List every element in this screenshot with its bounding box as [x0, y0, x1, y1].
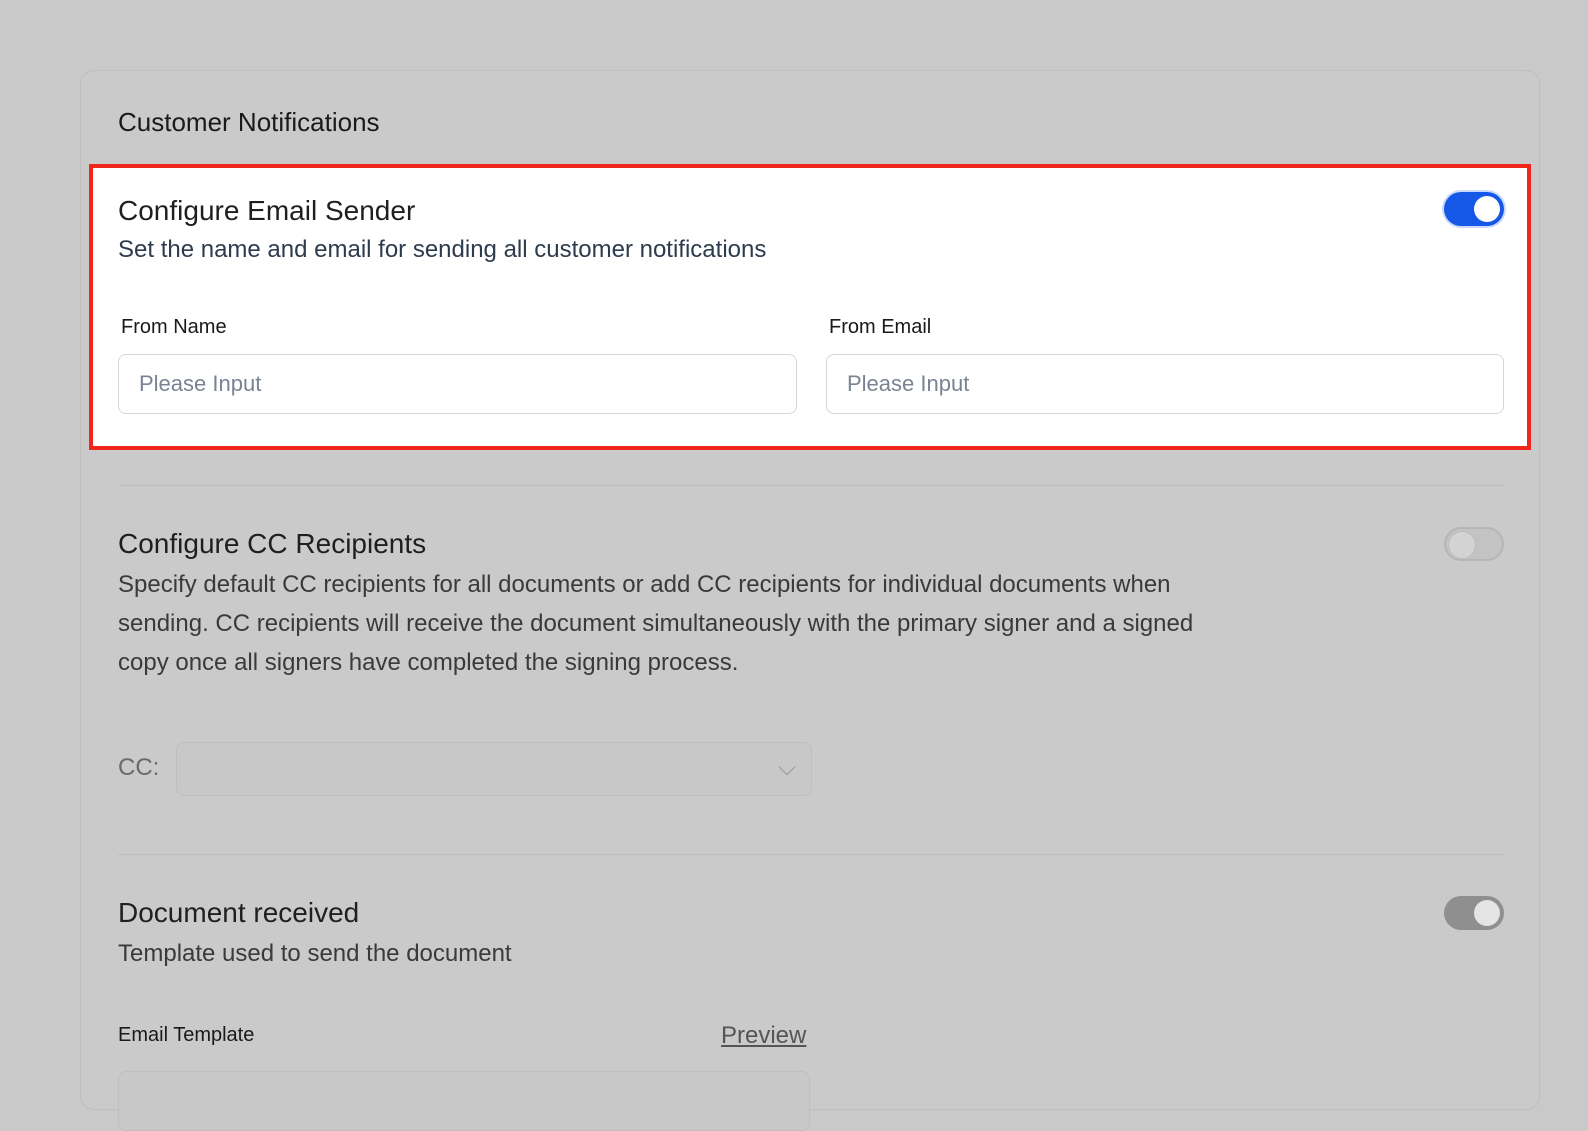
- document-received-description: Template used to send the document: [118, 940, 512, 967]
- toggle-knob: [1474, 900, 1500, 926]
- document-received-title: Document received: [118, 897, 360, 928]
- email-template-select[interactable]: [118, 1071, 810, 1131]
- chevron-down-icon: [778, 758, 796, 776]
- email-sender-title: Configure Email Sender: [118, 195, 416, 226]
- from-name-input[interactable]: [118, 354, 797, 414]
- customer-notifications-card: Customer Notifications Configure Email S…: [80, 70, 1540, 1131]
- toggle-knob: [1474, 196, 1500, 222]
- document-received-toggle[interactable]: [1444, 896, 1504, 930]
- cc-recipients-title: Configure CC Recipients: [118, 528, 427, 559]
- from-email-label: From Email: [829, 316, 932, 338]
- cc-recipients-description: Specify default CC recipients for all do…: [118, 571, 1194, 676]
- preview-link[interactable]: Preview: [721, 1022, 806, 1050]
- email-sender-section: Configure Email Sender Set the name and …: [89, 164, 1531, 450]
- card-title: Customer Notifications: [118, 107, 380, 137]
- from-name-label: From Name: [121, 316, 227, 338]
- section-divider: [118, 485, 1504, 486]
- cc-select[interactable]: [176, 742, 812, 796]
- cc-label: CC:: [118, 754, 160, 781]
- email-sender-description: Set the name and email for sending all c…: [118, 236, 767, 263]
- section-divider: [118, 854, 1504, 855]
- email-template-label: Email Template: [118, 1024, 255, 1046]
- cc-recipients-toggle[interactable]: [1444, 527, 1504, 561]
- toggle-knob: [1448, 531, 1476, 559]
- email-sender-toggle[interactable]: [1444, 192, 1504, 226]
- from-email-input[interactable]: [826, 354, 1504, 414]
